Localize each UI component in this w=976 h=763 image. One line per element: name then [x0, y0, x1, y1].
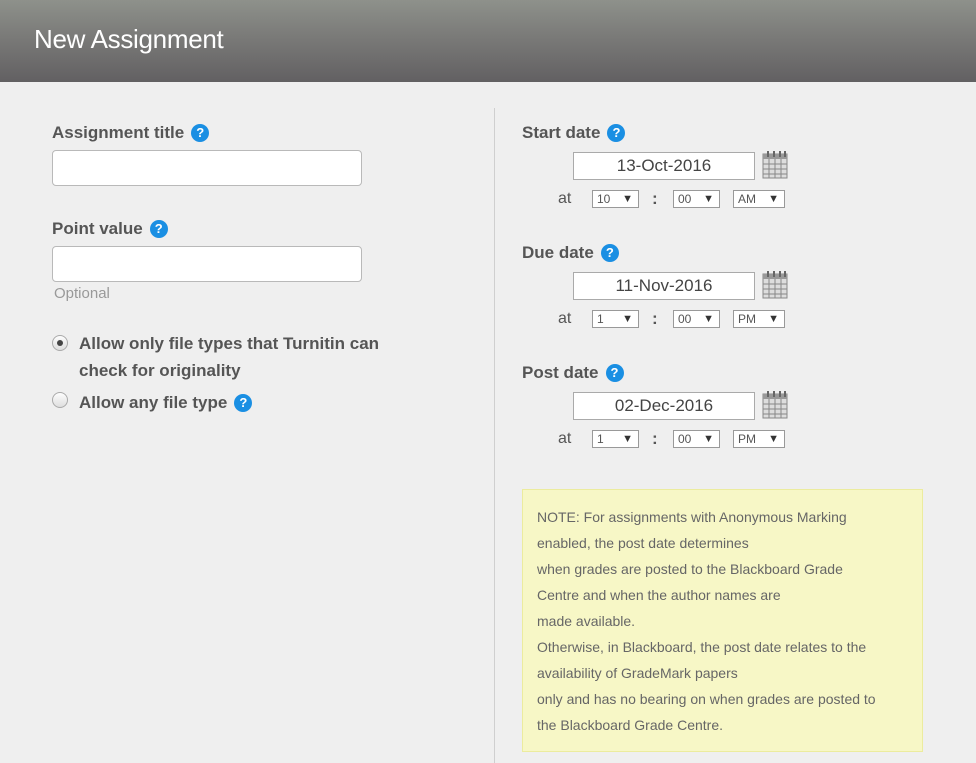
point-value-hint: Optional	[54, 285, 110, 302]
note-line: when grades are posted to the Blackboard…	[537, 561, 843, 577]
column-divider	[494, 108, 495, 763]
due-hour-select[interactable]: 1 ▼	[592, 310, 639, 328]
post-date-label: Post date ?	[522, 363, 624, 383]
start-hour-select[interactable]: 10 ▼	[592, 190, 639, 208]
start-ampm-select[interactable]: AM ▼	[733, 190, 785, 208]
anonymous-marking-note: NOTE: For assignments with Anonymous Mar…	[522, 489, 923, 752]
due-date-label: Due date ?	[522, 243, 619, 263]
dropdown-arrow-icon: ▼	[768, 313, 779, 325]
page-title: New Assignment	[34, 24, 224, 54]
start-date-label: Start date ?	[522, 123, 626, 143]
post-hour-select[interactable]: 1 ▼	[592, 430, 639, 448]
start-date-input[interactable]: 13-Oct-2016	[573, 152, 755, 180]
option-any-label[interactable]: Allow any file type ?	[79, 389, 253, 416]
time-colon: :	[652, 189, 658, 208]
due-ampm-select[interactable]: PM ▼	[733, 310, 785, 328]
at-label: at	[558, 430, 572, 447]
dropdown-arrow-icon: ▼	[622, 313, 633, 325]
radio-turnitin-file-types[interactable]	[52, 335, 68, 351]
dropdown-arrow-icon: ▼	[703, 313, 714, 325]
point-value-label: Point value ?	[52, 219, 168, 239]
dropdown-arrow-icon: ▼	[622, 433, 633, 445]
post-ampm-select[interactable]: PM ▼	[733, 430, 785, 448]
note-line: NOTE: For assignments with Anonymous Mar…	[537, 509, 847, 525]
due-date-input[interactable]: 11-Nov-2016	[573, 272, 755, 300]
assignment-title-label: Assignment title ?	[52, 123, 210, 143]
note-line: made available.	[537, 613, 636, 629]
help-icon[interactable]: ?	[234, 393, 253, 412]
calendar-icon[interactable]	[762, 151, 788, 179]
dropdown-arrow-icon: ▼	[768, 193, 779, 205]
dropdown-arrow-icon: ▼	[703, 193, 714, 205]
assignment-title-input[interactable]	[52, 150, 362, 186]
help-icon[interactable]: ?	[149, 220, 168, 238]
post-date-input[interactable]: 02-Dec-2016	[573, 392, 755, 420]
calendar-icon[interactable]	[762, 391, 788, 419]
note-line: enabled, the post date determines	[537, 535, 749, 551]
start-minute-select[interactable]: 00 ▼	[673, 190, 720, 208]
dropdown-arrow-icon: ▼	[768, 433, 779, 445]
help-icon[interactable]: ?	[191, 124, 210, 142]
note-line: only and has no bearing on when grades a…	[537, 691, 876, 707]
help-icon[interactable]: ?	[607, 124, 626, 142]
note-line: availability of GradeMark papers	[537, 665, 738, 681]
dropdown-arrow-icon: ▼	[622, 193, 633, 205]
time-colon: :	[652, 429, 658, 448]
option-turnitin-label[interactable]: Allow only file types that Turnitin can …	[79, 330, 379, 384]
point-value-input[interactable]	[52, 246, 362, 282]
page-header: New Assignment	[0, 0, 976, 82]
help-icon[interactable]: ?	[600, 244, 619, 262]
note-line: the Blackboard Grade Centre.	[537, 717, 723, 733]
radio-any-file-type[interactable]	[52, 392, 68, 408]
time-colon: :	[652, 309, 658, 328]
at-label: at	[558, 190, 572, 207]
help-icon[interactable]: ?	[605, 364, 624, 382]
at-label: at	[558, 310, 572, 327]
dropdown-arrow-icon: ▼	[703, 433, 714, 445]
calendar-icon[interactable]	[762, 271, 788, 299]
due-minute-select[interactable]: 00 ▼	[673, 310, 720, 328]
note-line: Centre and when the author names are	[537, 587, 781, 603]
note-line: Otherwise, in Blackboard, the post date …	[537, 639, 867, 655]
post-minute-select[interactable]: 00 ▼	[673, 430, 720, 448]
